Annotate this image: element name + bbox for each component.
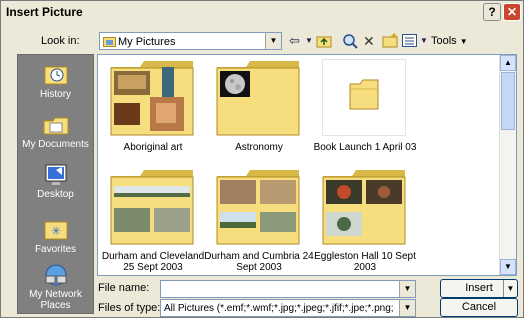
insert-picture-dialog: Insert Picture ? ✕ Look in: My Pictures … — [0, 0, 524, 318]
place-label: My Documents — [22, 139, 89, 150]
places-bar: History My Documents Desktop ✳ Favorites… — [17, 54, 94, 314]
svg-text:✳: ✳ — [50, 224, 60, 238]
file-type-value: All Pictures (*.emf;*.wmf;*.jpg;*.jpeg;*… — [164, 303, 394, 314]
folder-photos-icon — [216, 170, 300, 245]
file-name-label: File name: — [98, 282, 150, 294]
title-bar: Insert Picture ? ✕ — [1, 1, 523, 23]
place-label: Desktop — [37, 189, 74, 200]
desktop-icon — [45, 164, 66, 185]
look-in-value: My Pictures — [118, 36, 176, 48]
close-button[interactable]: ✕ — [503, 3, 521, 21]
cancel-button[interactable]: Cancel — [440, 298, 518, 317]
folder-name: Durham and Cumbria 24 Sept 2003 — [204, 251, 314, 273]
folder-name: Aboriginal art — [123, 142, 183, 153]
history-icon — [44, 66, 67, 85]
place-history[interactable]: History — [18, 63, 93, 100]
look-in-label: Look in: — [41, 35, 80, 47]
my-documents-icon — [43, 117, 68, 135]
search-web-icon[interactable] — [342, 33, 358, 49]
help-button[interactable]: ? — [483, 3, 501, 21]
my-pictures-icon — [103, 37, 116, 47]
scroll-thumb[interactable] — [501, 72, 515, 130]
place-desktop[interactable]: Desktop — [18, 163, 93, 200]
folder-icon — [322, 59, 406, 136]
look-in-dropdown[interactable]: My Pictures ▼ — [99, 32, 282, 50]
new-folder-icon[interactable] — [382, 33, 398, 49]
folder-name: Eggleston Hall 10 Sept 2003 — [314, 251, 416, 273]
views-dropdown-icon[interactable]: ▼ — [420, 33, 428, 49]
folder-name: Durham and Cleveland 25 Sept 2003 — [101, 251, 205, 273]
place-my-documents[interactable]: My Documents — [18, 113, 93, 150]
file-type-label: Files of type: — [98, 302, 161, 314]
back-icon[interactable]: ⇦ — [289, 33, 300, 49]
scroll-down-icon[interactable]: ▼ — [500, 259, 516, 275]
delete-icon[interactable]: ✕ — [363, 33, 375, 49]
folder-name: Astronomy — [235, 142, 283, 153]
tools-chevron-icon: ▼ — [459, 37, 468, 46]
chevron-down-icon[interactable]: ▼ — [399, 300, 415, 316]
tools-label: Tools — [431, 35, 457, 47]
tools-menu[interactable]: Tools ▼ — [431, 35, 468, 47]
place-favorites[interactable]: ✳ Favorites — [18, 218, 93, 255]
views-icon[interactable] — [402, 34, 418, 50]
network-icon — [45, 264, 66, 286]
scroll-up-icon[interactable]: ▲ — [500, 55, 516, 71]
folder-moon-icon — [216, 61, 300, 136]
place-label: My Network Places — [29, 289, 82, 311]
chevron-down-icon[interactable]: ▼ — [399, 281, 415, 297]
file-name-field[interactable]: ▼ — [160, 280, 416, 298]
dialog-title: Insert Picture — [6, 5, 83, 19]
file-type-dropdown[interactable]: All Pictures (*.emf;*.wmf;*.jpg;*.jpeg;*… — [160, 299, 416, 317]
folder-name: Book Launch 1 April 03 — [313, 142, 417, 153]
place-label: History — [39, 89, 72, 100]
folder-photos-icon — [110, 170, 194, 245]
insert-button[interactable]: Insert ▼ — [440, 279, 518, 298]
vertical-scrollbar[interactable]: ▲ ▼ — [499, 55, 516, 275]
chevron-down-icon[interactable]: ▼ — [265, 33, 281, 49]
folder-photos-icon — [110, 61, 194, 136]
favorites-icon: ✳ — [44, 221, 67, 240]
insert-label: Insert — [465, 282, 493, 294]
back-dropdown-icon[interactable]: ▼ — [305, 33, 313, 49]
place-network[interactable]: My Network Places — [18, 263, 93, 311]
up-folder-icon[interactable] — [316, 34, 332, 50]
file-list[interactable]: Aboriginal art Astronomy Book Launch 1 A… — [97, 54, 517, 276]
folder-photos-icon — [322, 170, 406, 245]
place-label: Favorites — [34, 244, 77, 255]
insert-dropdown-icon[interactable]: ▼ — [503, 280, 517, 297]
